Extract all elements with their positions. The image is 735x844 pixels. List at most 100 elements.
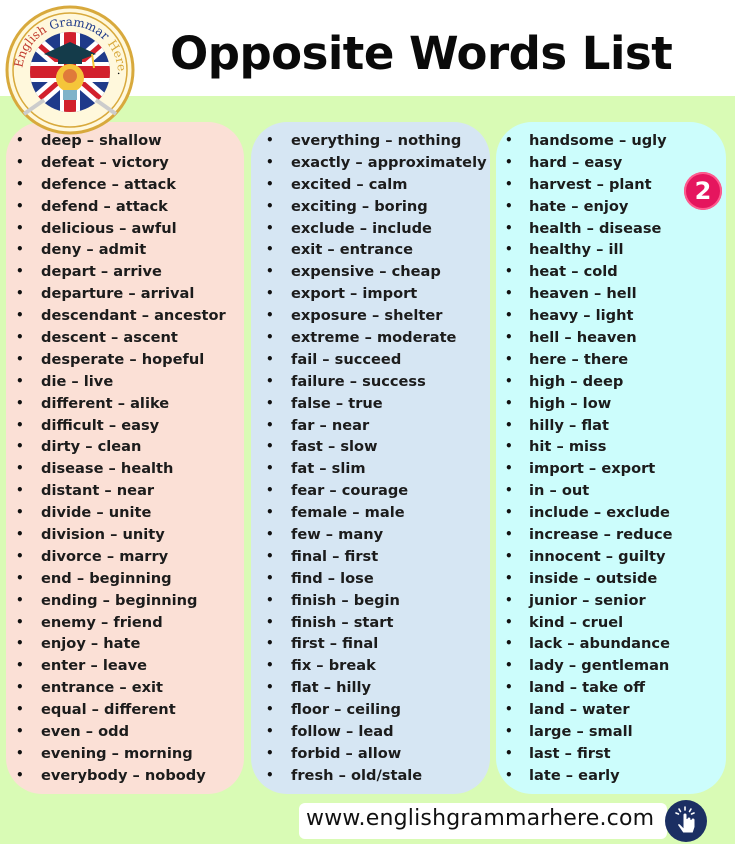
word-pair-text: inside – outside: [529, 569, 658, 587]
word-pair-item: • floor – ceiling: [251, 699, 490, 721]
word-pair-item: • depart – arrive: [6, 261, 244, 283]
word-pair-item: • first – final: [251, 633, 490, 655]
bullet-icon: •: [505, 614, 513, 629]
word-pair-item: • include – exclude: [496, 502, 726, 524]
word-pair-item: • follow – lead: [251, 721, 490, 743]
word-pair-text: fat – slim: [291, 460, 366, 478]
word-pair-item: • hit – miss: [496, 436, 726, 458]
word-pair-item: • exciting – boring: [251, 196, 490, 218]
word-pair-item: • equal – different: [6, 699, 244, 721]
bullet-icon: •: [266, 570, 274, 585]
bullet-icon: •: [505, 373, 513, 388]
bullet-icon: •: [266, 724, 274, 739]
word-pair-item: • export – import: [251, 283, 490, 305]
word-pair-item: • increase – reduce: [496, 524, 726, 546]
word-pair-text: end – beginning: [41, 569, 172, 587]
word-pair-item: • entrance – exit: [6, 677, 244, 699]
bullet-icon: •: [16, 264, 24, 279]
word-pair-item: • fresh – old/stale: [251, 765, 490, 787]
word-pair-item: • die – live: [6, 371, 244, 393]
word-pair-text: even – odd: [41, 723, 130, 741]
word-pair-item: • find – lose: [251, 568, 490, 590]
word-pair-text: expensive – cheap: [291, 263, 441, 281]
bullet-icon: •: [505, 351, 513, 366]
hand-pointer-click-icon[interactable]: [664, 799, 708, 843]
bullet-icon: •: [16, 658, 24, 673]
word-pair-text: high – low: [529, 394, 612, 412]
word-pair-item: • large – small: [496, 721, 726, 743]
word-pair-text: here – there: [529, 350, 629, 368]
bullet-icon: •: [266, 439, 274, 454]
word-pair-item: • land – take off: [496, 677, 726, 699]
word-pair-item: • disease – health: [6, 458, 244, 480]
bullet-icon: •: [16, 154, 24, 169]
word-column-3: • handsome – ugly • hard – easy • harvest – p…: [496, 122, 726, 794]
word-pair-text: high – deep: [529, 372, 624, 390]
bullet-icon: •: [16, 702, 24, 717]
word-pair-item: • dirty – clean: [6, 436, 244, 458]
word-pair-text: delicious – awful: [41, 219, 177, 237]
word-pair-item: • junior – senior: [496, 590, 726, 612]
word-pair-item: • defend – attack: [6, 196, 244, 218]
word-pair-text: entrance – exit: [41, 679, 163, 697]
word-pair-item: • enjoy – hate: [6, 633, 244, 655]
bullet-icon: •: [16, 745, 24, 760]
bullet-icon: •: [505, 220, 513, 235]
word-pair-item: • different – alike: [6, 393, 244, 415]
word-pair-item: • late – early: [496, 765, 726, 787]
bullet-icon: •: [505, 242, 513, 257]
bullet-icon: •: [16, 286, 24, 301]
word-pair-text: hilly – flat: [529, 416, 610, 434]
word-pair-text: departure – arrival: [41, 285, 195, 303]
word-pair-text: floor – ceiling: [291, 701, 401, 719]
word-pair-text: hit – miss: [529, 438, 607, 456]
word-pair-item: • exactly – approximately: [251, 152, 490, 174]
word-pair-text: extreme – moderate: [291, 329, 457, 347]
word-pair-text: fear – courage: [291, 482, 409, 500]
bullet-icon: •: [266, 702, 274, 717]
bullet-icon: •: [16, 395, 24, 410]
word-pair-text: heat – cold: [529, 263, 618, 281]
word-pair-item: • defeat – victory: [6, 152, 244, 174]
word-pair-text: hard – easy: [529, 153, 623, 171]
word-pair-text: disease – health: [41, 460, 174, 478]
word-pair-text: divide – unite: [41, 504, 152, 522]
word-pair-item: • hard – easy: [496, 152, 726, 174]
bullet-icon: •: [16, 176, 24, 191]
bullet-icon: •: [266, 680, 274, 695]
word-pair-text: hate – enjoy: [529, 197, 629, 215]
word-pair-text: difficult – easy: [41, 416, 160, 434]
word-pair-item: • finish – begin: [251, 590, 490, 612]
bullet-icon: •: [16, 220, 24, 235]
page-title: Opposite Words List: [170, 27, 673, 80]
word-pair-text: late – early: [529, 766, 620, 784]
bullet-icon: •: [266, 351, 274, 366]
word-pair-text: false – true: [291, 394, 383, 412]
bullet-icon: •: [16, 680, 24, 695]
word-pair-item: • deny – admit: [6, 239, 244, 261]
bullet-icon: •: [16, 505, 24, 520]
word-pair-text: ending – beginning: [41, 591, 198, 609]
word-pair-text: heaven – hell: [529, 285, 637, 303]
word-pair-item: • enter – leave: [6, 655, 244, 677]
bullet-icon: •: [505, 592, 513, 607]
word-pair-item: • kind – cruel: [496, 612, 726, 634]
word-pair-text: land – take off: [529, 679, 646, 697]
word-pair-item: • end – beginning: [6, 568, 244, 590]
word-list-3: • handsome – ugly • hard – easy • harvest – p…: [496, 130, 726, 787]
word-pair-text: excited – calm: [291, 175, 408, 193]
bullet-icon: •: [505, 527, 513, 542]
word-pair-text: fast – slow: [291, 438, 378, 456]
word-pair-item: • high – deep: [496, 371, 726, 393]
bullet-icon: •: [266, 198, 274, 213]
word-pair-item: • here – there: [496, 349, 726, 371]
bullet-icon: •: [266, 417, 274, 432]
word-pair-text: everybody – nobody: [41, 766, 206, 784]
word-pair-text: fix – break: [291, 657, 376, 675]
bullet-icon: •: [16, 461, 24, 476]
word-pair-text: female – male: [291, 504, 405, 522]
word-pair-text: exactly – approximately: [291, 153, 487, 171]
footer-url-link[interactable]: www.englishgrammarhere.com: [306, 806, 654, 831]
word-pair-item: • expensive – cheap: [251, 261, 490, 283]
word-pair-text: defence – attack: [41, 175, 176, 193]
